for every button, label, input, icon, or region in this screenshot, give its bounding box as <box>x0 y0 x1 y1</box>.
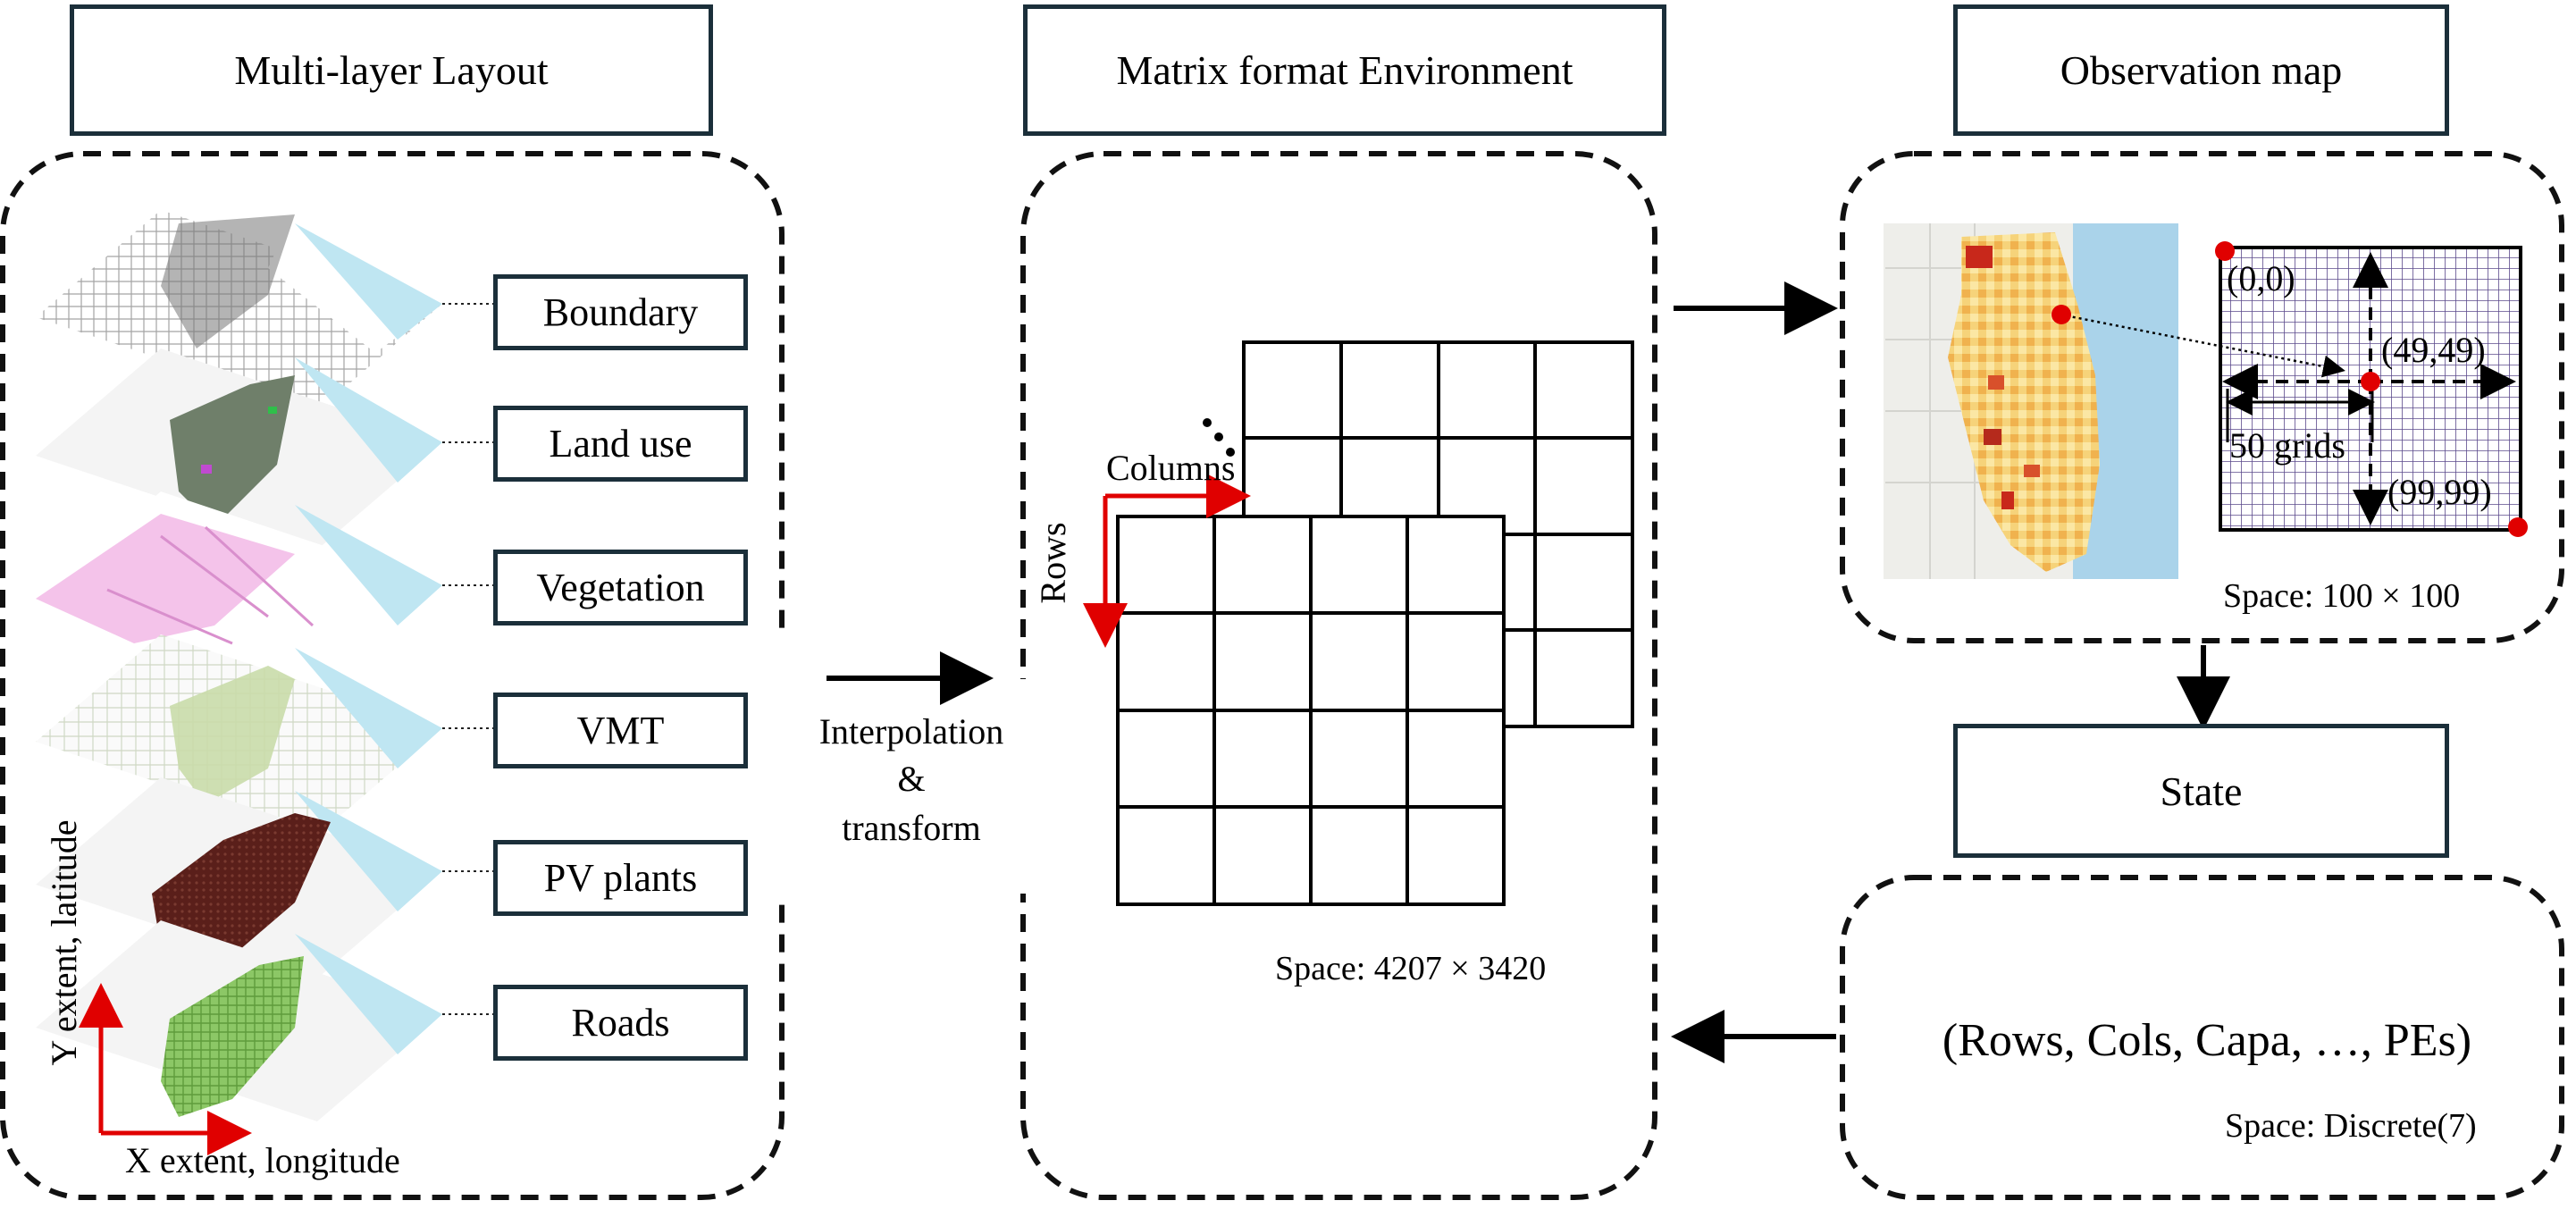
x-axis-label: X extent, longitude <box>125 1140 400 1180</box>
state-space-label: Space: Discrete(7) <box>2225 1107 2477 1145</box>
interpolation-label-3: transform <box>842 808 981 848</box>
columns-label: Columns <box>1106 448 1236 488</box>
rows-label: Rows <box>1033 522 1073 604</box>
center-label: (49,49) <box>2381 330 2486 370</box>
matrix-grid-front <box>1116 515 1506 906</box>
state-title: State <box>1953 724 2449 858</box>
observation-space-label: Space: 100 × 100 <box>2223 577 2461 615</box>
origin-label: (0,0) <box>2227 258 2295 298</box>
matrix-space-label: Space: 4207 × 3420 <box>1275 950 1547 987</box>
y-axis-label: Y extent, latitude <box>44 819 84 1066</box>
state-tuple: (Rows, Cols, Capa, …, PEs) <box>1942 1015 2472 1066</box>
layer-label-land-use: Land use <box>493 406 748 482</box>
layer-label-roads: Roads <box>493 985 748 1061</box>
center-point <box>2361 372 2380 391</box>
layer-label-vegetation: Vegetation <box>493 550 748 625</box>
observation-map-image <box>1884 223 2178 579</box>
interpolation-label-2: & <box>897 759 926 799</box>
layer-label-vmt: VMT <box>493 693 748 768</box>
observation-title: Observation map <box>1953 4 2449 136</box>
end-point <box>2508 517 2528 537</box>
layer-label-boundary: Boundary <box>493 274 748 350</box>
matrix-title: Matrix format Environment <box>1023 4 1666 136</box>
map-point <box>2052 305 2071 324</box>
interpolation-label-1: Interpolation <box>818 711 1004 751</box>
layout-title: Multi-layer Layout <box>70 4 713 136</box>
end-label: (99,99) <box>2387 472 2492 512</box>
layer-label-pv-plants: PV plants <box>493 840 748 916</box>
grids-label: 50 grids <box>2229 425 2345 466</box>
layout-panel-gap <box>774 630 790 898</box>
